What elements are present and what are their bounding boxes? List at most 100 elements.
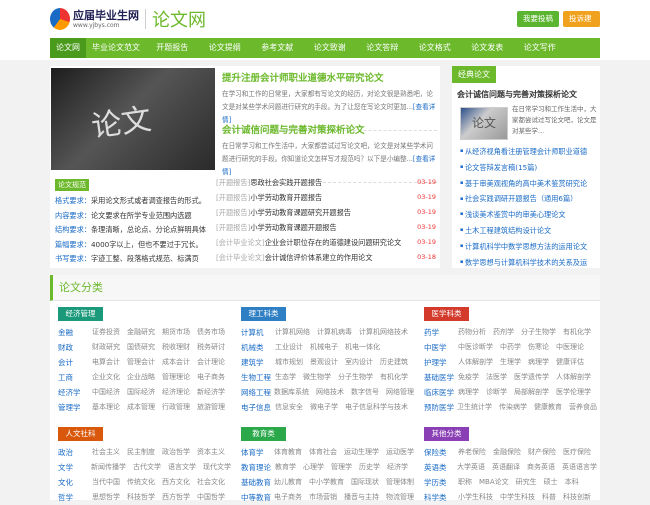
news-category[interactable]: [开题报告] — [216, 220, 250, 235]
news-category[interactable]: [开题报告] — [216, 175, 250, 190]
category-main-link[interactable]: 建筑学 — [241, 355, 275, 370]
category-sub-link[interactable]: 社会主义 — [92, 445, 120, 460]
sidebar-link[interactable]: 从经济视角看注册管理会计师职业道德 — [460, 144, 598, 160]
news-title[interactable]: 企业会计职位存在的道德建设问题研究论文 — [265, 235, 417, 250]
category-sub-link[interactable]: 西方文化 — [162, 475, 190, 490]
category-sub-link[interactable]: 新闻传播学 — [91, 460, 126, 475]
sidebar-link[interactable]: 数学思想与计算机科学技术的关系及运 — [460, 255, 598, 271]
category-sub-link[interactable]: 分子生物学 — [338, 370, 373, 385]
category-badge[interactable]: 经济管理 — [58, 307, 103, 321]
category-main-link[interactable]: 文化 — [58, 475, 92, 490]
category-sub-link[interactable]: 诊断学 — [486, 385, 507, 400]
category-sub-link[interactable]: 人体解剖学 — [458, 355, 493, 370]
category-main-link[interactable]: 药学 — [424, 325, 458, 340]
category-sub-link[interactable]: 中医诊断学 — [458, 340, 493, 355]
category-sub-link[interactable]: 营养食品 — [569, 400, 597, 415]
category-sub-link[interactable]: 企业文化 — [92, 370, 120, 385]
category-sub-link[interactable]: 思想哲学 — [92, 490, 120, 505]
category-sub-link[interactable]: 小学生科技 — [458, 490, 493, 505]
category-sub-link[interactable]: 国际经济 — [127, 385, 155, 400]
category-sub-link[interactable]: 信息安全 — [275, 400, 303, 415]
category-sub-link[interactable]: 研究生 — [516, 475, 537, 490]
category-sub-link[interactable]: 当代中国 — [92, 475, 120, 490]
category-sub-link[interactable]: 企业战略 — [127, 370, 155, 385]
category-main-link[interactable]: 经济学 — [58, 385, 92, 400]
category-main-link[interactable]: 中医学 — [424, 340, 458, 355]
sidebar-link[interactable]: 浅谈美术鉴赏中的审美心理论文 — [460, 207, 598, 223]
sidebar-link[interactable]: 基于审美观视角的高中美术鉴赏研究论 — [460, 176, 598, 192]
category-sub-link[interactable]: 心理学 — [303, 460, 324, 475]
category-sub-link[interactable]: 管理体制 — [386, 475, 414, 490]
category-sub-link[interactable]: 西方哲学 — [162, 490, 190, 505]
category-sub-link[interactable]: 中国经济 — [92, 385, 120, 400]
category-sub-link[interactable]: 运动医学 — [386, 445, 414, 460]
category-sub-link[interactable]: 微电子学 — [310, 400, 338, 415]
news-title[interactable]: 小学劳动教育课题开题报告 — [250, 220, 417, 235]
category-sub-link[interactable]: 历史学 — [359, 460, 380, 475]
category-sub-link[interactable]: 电子商务 — [197, 370, 225, 385]
category-main-link[interactable]: 生物工程 — [241, 370, 275, 385]
category-main-link[interactable]: 临床医学 — [424, 385, 458, 400]
category-main-link[interactable]: 哲学 — [58, 490, 92, 505]
category-sub-link[interactable]: 数据库系统 — [274, 385, 309, 400]
category-badge[interactable]: 医学科类 — [424, 307, 469, 321]
article-title[interactable]: 提升注册会计师职业道德水平研究论文 — [222, 70, 437, 84]
category-sub-link[interactable]: 税收理财 — [162, 340, 190, 355]
news-title[interactable]: 会计诚信评价体系建立的作用论文 — [265, 250, 417, 265]
news-category[interactable]: [会计毕业论文] — [216, 235, 265, 250]
category-sub-link[interactable]: 法医学 — [486, 370, 507, 385]
category-sub-link[interactable]: 体育教育 — [274, 445, 302, 460]
category-sub-link[interactable]: MBA论文 — [479, 475, 509, 490]
category-sub-link[interactable]: 财产保险 — [528, 445, 556, 460]
category-sub-link[interactable]: 新经济学 — [197, 385, 225, 400]
category-main-link[interactable]: 金融 — [58, 325, 92, 340]
category-sub-link[interactable]: 商务英语 — [527, 460, 555, 475]
category-sub-link[interactable]: 基本理论 — [92, 400, 120, 415]
category-sub-link[interactable]: 幼儿教育 — [274, 475, 302, 490]
category-sub-link[interactable]: 健康评估 — [556, 355, 584, 370]
news-item[interactable]: [开题报告] 小学劳动教育开题报告 03-19 — [216, 190, 436, 205]
category-main-link[interactable]: 科学类 — [424, 490, 458, 505]
category-sub-link[interactable]: 免疫学 — [458, 370, 479, 385]
category-sub-link[interactable]: 中药学 — [500, 340, 521, 355]
category-sub-link[interactable]: 医学遗传学 — [514, 370, 549, 385]
category-main-link[interactable]: 机械类 — [241, 340, 275, 355]
category-badge[interactable]: 教育类 — [241, 427, 286, 441]
category-sub-link[interactable]: 中国哲学 — [197, 490, 225, 505]
category-main-link[interactable]: 电子信息 — [241, 400, 275, 415]
category-sub-link[interactable]: 成本会计 — [162, 355, 190, 370]
category-sub-link[interactable]: 管理会计 — [127, 355, 155, 370]
category-sub-link[interactable]: 计算机网络 — [275, 325, 310, 340]
category-sub-link[interactable]: 养老保险 — [458, 445, 486, 460]
news-category[interactable]: [开题报告] — [216, 190, 250, 205]
news-item[interactable]: [开题报告] 思政社会实践开题报告 03-19 — [216, 175, 436, 190]
category-sub-link[interactable]: 数字信号 — [351, 385, 379, 400]
category-sub-link[interactable]: 现代文学 — [203, 460, 231, 475]
category-sub-link[interactable]: 政治哲学 — [162, 445, 190, 460]
category-sub-link[interactable]: 社会文化 — [197, 475, 225, 490]
category-sub-link[interactable]: 国际现状 — [351, 475, 379, 490]
category-sub-link[interactable]: 证券投资 — [92, 325, 120, 340]
category-main-link[interactable]: 财政 — [58, 340, 92, 355]
category-sub-link[interactable]: 财政研究 — [92, 340, 120, 355]
complaint-button[interactable]: 投诉建议 — [563, 11, 600, 39]
category-sub-link[interactable]: 微生物学 — [303, 370, 331, 385]
news-item[interactable]: [开题报告] 小学劳动教育课题研究开题报告 03-19 — [216, 205, 436, 220]
news-category[interactable]: [开题报告] — [216, 205, 250, 220]
nav-item[interactable]: 毕业论文范文 — [86, 38, 146, 58]
news-title[interactable]: 小学劳动教育课题研究开题报告 — [250, 205, 417, 220]
category-sub-link[interactable]: 医疗保险 — [563, 445, 591, 460]
category-sub-link[interactable]: 电子信息科学与技术 — [345, 400, 408, 415]
nav-item[interactable]: 论文致谢 — [304, 38, 357, 58]
category-sub-link[interactable]: 中医理论 — [556, 340, 584, 355]
category-main-link[interactable]: 保险类 — [424, 445, 458, 460]
category-sub-link[interactable]: 国债研究 — [127, 340, 155, 355]
category-sub-link[interactable]: 工业设计 — [275, 340, 303, 355]
sidebar-link[interactable]: 社会实践调研开题报告（通用6篇） — [460, 191, 598, 207]
category-sub-link[interactable]: 成本管理 — [127, 400, 155, 415]
category-sub-link[interactable]: 期货市场 — [162, 325, 190, 340]
category-sub-link[interactable]: 职称 — [458, 475, 472, 490]
category-badge[interactable]: 其他分类 — [424, 427, 469, 441]
category-main-link[interactable]: 中等教育 — [241, 490, 274, 505]
nav-item[interactable]: 开题报告 — [146, 38, 199, 58]
